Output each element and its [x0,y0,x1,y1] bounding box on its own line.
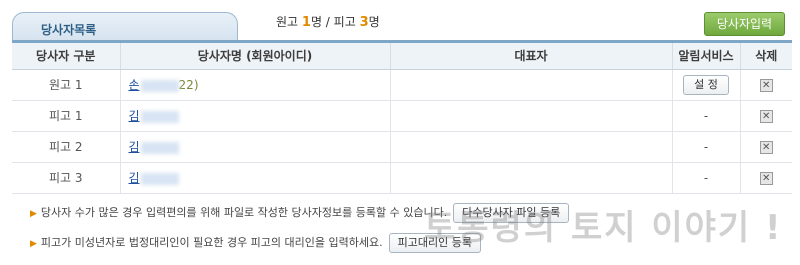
bulk-upload-button[interactable]: 다수당사자 파일 등록 [453,203,570,223]
party-type: 원고 1 [12,69,121,101]
table-row: 피고 3 김 - ✕ [12,162,792,194]
bulk-upload-note-text: 당사자 수가 많은 경우 입력편의를 위해 파일로 작성한 당사자정보를 등록할… [40,206,448,219]
party-name-cell: 김 [120,100,391,132]
party-name-link[interactable]: 김 [129,171,140,185]
column-header-type: 당사자 구분 [12,43,121,70]
blurred-name [140,172,179,185]
column-header-delete: 삭제 [740,43,792,70]
delete-cell: ✕ [740,69,792,101]
defendant-count: 3 [359,15,369,30]
alert-cell: - [672,131,741,163]
party-name-cell: 손 22) [120,69,391,101]
table-row: 피고 1 김 - ✕ [12,100,792,132]
representative-cell [390,69,673,101]
representative-cell [390,100,673,132]
party-table: 당사자 구분 당사자명 (회원아이디) 대표자 알림서비스 삭제 원고 1 손 2… [12,43,792,194]
party-type: 피고 2 [12,131,121,163]
column-header-alert: 알림서비스 [672,43,741,70]
party-name-link[interactable]: 김 [129,140,140,154]
column-header-name: 당사자명 (회원아이디) [120,43,391,70]
table-row: 피고 2 김 - ✕ [12,131,792,163]
delete-icon[interactable]: ✕ [759,110,773,123]
add-party-button[interactable]: 당사자입력 [704,12,785,36]
party-list-header: 당사자목록 원고 1명 / 피고 3명 당사자입력 [0,0,800,43]
party-type: 피고 3 [12,162,121,194]
table-row: 원고 1 손 22) 설 정 ✕ [12,69,792,101]
note-bullet-icon: ▶ [30,239,37,249]
guardian-note: ▶ 피고가 미성년자로 법정대리인이 필요한 경우 피고의 대리인을 입력하세요.… [30,233,481,253]
blurred-name [140,110,179,123]
delete-cell: ✕ [740,131,792,163]
table-header-row: 당사자 구분 당사자명 (회원아이디) 대표자 알림서비스 삭제 [12,43,792,70]
representative-cell [390,162,673,194]
party-list-tab[interactable]: 당사자목록 [12,12,238,40]
delete-cell: ✕ [740,162,792,194]
guardian-note-text: 피고가 미성년자로 법정대리인이 필요한 경우 피고의 대리인을 입력하세요. [40,236,383,249]
member-id-suffix: 22) [178,78,199,92]
delete-cell: ✕ [740,100,792,132]
plaintiff-label: 원고 [276,15,302,29]
party-counts: 원고 1명 / 피고 3명 [276,13,380,30]
column-header-representative: 대표자 [390,43,673,70]
defendant-label: 피고 [333,15,360,29]
party-type: 피고 1 [12,100,121,132]
alert-cell: - [672,100,741,132]
defendant-unit: 명 [368,15,380,29]
blurred-name [140,141,179,154]
representative-cell [390,131,673,163]
bulk-upload-note: ▶ 당사자 수가 많은 경우 입력편의를 위해 파일로 작성한 당사자정보를 등록… [30,203,570,223]
guardian-register-button[interactable]: 피고대리인 등록 [388,233,481,253]
plaintiff-count: 1 [301,15,311,30]
plaintiff-unit: 명 / [310,15,334,29]
alert-setup-button[interactable]: 설 정 [683,74,729,95]
party-name-cell: 김 [120,131,391,163]
alert-cell: 설 정 [672,69,741,101]
party-name-link[interactable]: 손 [129,78,140,92]
blurred-name [140,79,179,92]
note-bullet-icon: ▶ [30,209,37,219]
delete-icon[interactable]: ✕ [759,79,773,92]
party-name-cell: 김 [120,162,391,194]
delete-icon[interactable]: ✕ [759,172,773,185]
delete-icon[interactable]: ✕ [759,141,773,154]
party-name-link[interactable]: 김 [129,109,140,123]
alert-cell: - [672,162,741,194]
